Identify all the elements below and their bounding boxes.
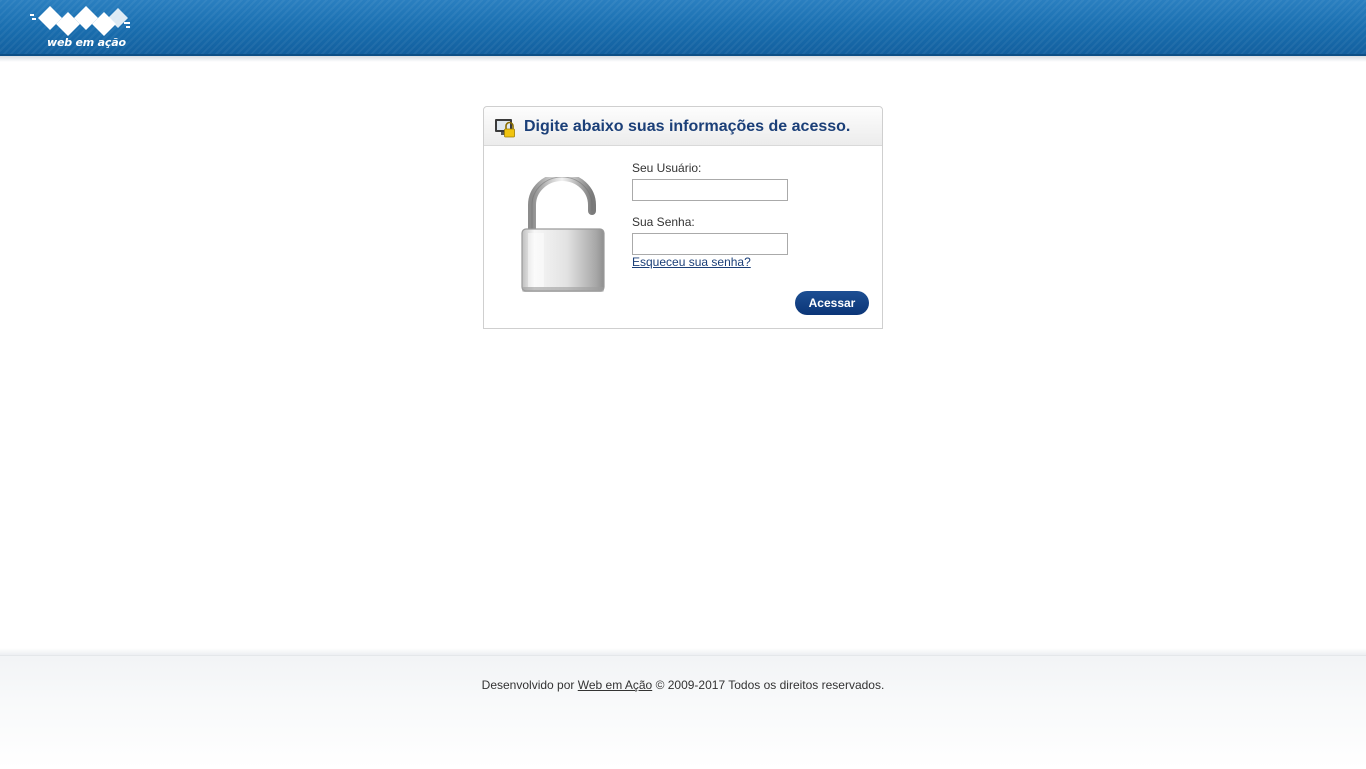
- login-panel-header: Digite abaixo suas informações de acesso…: [484, 107, 882, 146]
- logo-diamonds-icon: [30, 6, 130, 36]
- username-label: Seu Usuário:: [632, 161, 702, 175]
- footer-shadow: [0, 648, 1366, 655]
- header-shadow: [0, 56, 1366, 62]
- login-submit-button[interactable]: Acessar: [795, 291, 869, 315]
- forgot-password-link[interactable]: Esqueceu sua senha?: [632, 255, 751, 269]
- login-title: Digite abaixo suas informações de acesso…: [524, 118, 851, 135]
- monitor-lock-icon: [495, 119, 515, 138]
- web-em-acao-logo[interactable]: web em ação: [30, 4, 132, 52]
- login-panel: Digite abaixo suas informações de acesso…: [483, 106, 883, 329]
- logo-text: web em ação: [47, 36, 126, 49]
- username-input[interactable]: [632, 179, 788, 201]
- password-label: Sua Senha:: [632, 215, 695, 229]
- footer-prefix: Desenvolvido por: [481, 678, 575, 692]
- open-padlock-icon: [521, 177, 605, 292]
- footer-suffix: © 2009-2017 Todos os direitos reservados…: [655, 678, 885, 692]
- footer-copyright: Desenvolvido por Web em Ação © 2009-2017…: [0, 678, 1366, 692]
- top-header-bar: web em ação: [0, 0, 1366, 56]
- footer-web-em-acao-link[interactable]: Web em Ação: [578, 678, 652, 692]
- footer: [0, 655, 1366, 769]
- password-input[interactable]: [632, 233, 788, 255]
